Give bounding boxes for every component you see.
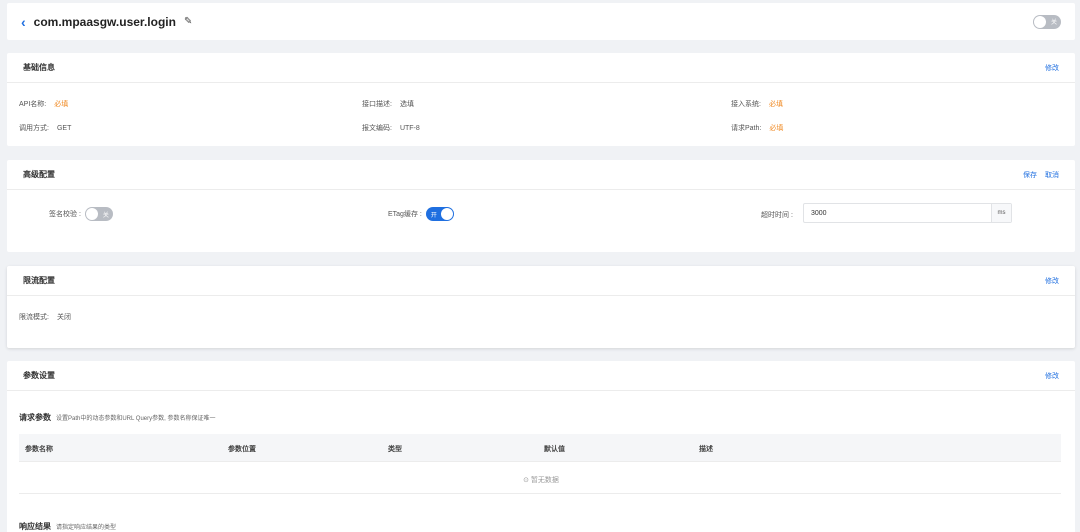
field-api-name: API名称: 必填	[19, 99, 68, 109]
mode-label: 限流模式:	[19, 314, 49, 321]
column-header: 参数名称	[25, 446, 53, 453]
timeout-unit: ms	[991, 204, 1011, 222]
field-label: 接口描述:	[362, 101, 392, 108]
basic-info-card: 基础信息 修改 API名称: 必填 接口描述: 选填 接入系统: 必填 调用方式: GE…	[7, 53, 1075, 146]
advanced-config-actions: 保存 取消	[1023, 170, 1059, 180]
table-divider	[19, 493, 1061, 494]
rate-limit-mode: 限流模式: 关闭	[19, 312, 71, 322]
column-header: 参数位置	[228, 446, 256, 453]
rate-limit-header: 限流配置 修改	[7, 266, 1075, 296]
signature-setting: 签名校验 : 关	[49, 207, 113, 221]
timeout-label: 超时时间 :	[761, 212, 793, 219]
basic-info-title: 基础信息	[23, 63, 55, 72]
request-params-title: 请求参数	[19, 413, 51, 422]
field-value: 必填	[768, 101, 783, 108]
empty-state-text: ⊙ 暂无数据	[523, 477, 559, 484]
basic-info-edit-link[interactable]: 修改	[1045, 63, 1059, 73]
column-header: 描述	[699, 446, 713, 453]
response-heading: 响应结果 请指定响应结果的类型	[19, 521, 116, 532]
rate-limit-edit-link[interactable]: 修改	[1045, 276, 1059, 286]
etag-label: ETag缓存 :	[388, 211, 422, 218]
field-encoding: 报文编码: UTF-8	[362, 123, 420, 133]
field-method: 调用方式: GET	[19, 123, 71, 133]
params-table-header: 参数名称 参数位置 类型 默认值 描述	[19, 434, 1061, 462]
advanced-config-card: 高级配置 保存 取消 签名校验 : 关 ETag缓存 : 开 超时时间 : 30…	[7, 160, 1075, 252]
rate-limit-card: 限流配置 修改 限流模式: 关闭	[7, 266, 1075, 348]
back-arrow-icon[interactable]: ‹	[21, 15, 26, 29]
field-label: 接入系统:	[731, 101, 761, 108]
edit-pencil-icon[interactable]: ✎	[184, 16, 192, 27]
toggle-text: 关	[1050, 20, 1057, 26]
toggle-knob	[85, 208, 98, 220]
field-value: 必填	[769, 125, 784, 132]
page-title: com.mpaasgw.user.login	[33, 14, 176, 29]
header-left: ‹ com.mpaasgw.user.login ✎	[21, 15, 192, 29]
cancel-link[interactable]: 取消	[1045, 170, 1059, 180]
field-path: 请求Path: 必填	[731, 123, 783, 133]
field-label: 调用方式:	[19, 125, 49, 132]
field-value: 选填	[399, 101, 414, 108]
signature-label: 签名校验 :	[49, 211, 81, 218]
column-header: 类型	[388, 446, 402, 453]
field-label: API名称:	[19, 101, 47, 108]
toggle-knob	[440, 208, 453, 220]
toggle-text: 关	[102, 212, 109, 219]
header-bar: ‹ com.mpaasgw.user.login ✎ 关	[7, 3, 1075, 40]
response-title: 响应结果	[19, 522, 51, 531]
save-link[interactable]: 保存	[1023, 170, 1037, 180]
advanced-config-header: 高级配置 保存 取消	[7, 160, 1075, 190]
request-params-hint: 设置Path中的动态参数和URL Query参数, 参数名称保证唯一	[56, 416, 216, 422]
field-system: 接入系统: 必填	[731, 99, 783, 109]
params-header: 参数设置 修改	[7, 361, 1075, 391]
basic-info-header: 基础信息 修改	[7, 53, 1075, 83]
api-status-toggle[interactable]: 关	[1033, 14, 1061, 29]
params-edit-link[interactable]: 修改	[1045, 371, 1059, 381]
toggle-text: 开	[430, 212, 437, 219]
signature-toggle[interactable]: 关	[84, 207, 113, 221]
params-title: 参数设置	[23, 371, 55, 380]
etag-setting: ETag缓存 : 开	[388, 207, 454, 221]
field-value: 必填	[54, 101, 69, 108]
timeout-setting: 超时时间 :	[761, 210, 793, 220]
timeout-value[interactable]: 3000	[804, 210, 991, 217]
field-label: 报文编码:	[362, 125, 392, 132]
field-description: 接口描述: 选填	[362, 99, 414, 109]
field-value: UTF-8	[399, 125, 420, 132]
mode-value: 关闭	[56, 314, 71, 321]
rate-limit-title: 限流配置	[23, 276, 55, 285]
field-label: 请求Path:	[731, 125, 762, 132]
column-header: 默认值	[544, 446, 565, 453]
timeout-input[interactable]: 3000 ms	[803, 203, 1012, 223]
params-card: 参数设置 修改 请求参数 设置Path中的动态参数和URL Query参数, 参…	[7, 361, 1075, 532]
request-params-heading: 请求参数 设置Path中的动态参数和URL Query参数, 参数名称保证唯一	[19, 412, 215, 423]
etag-toggle[interactable]: 开	[425, 207, 454, 221]
toggle-knob	[1034, 15, 1046, 28]
field-value: GET	[56, 125, 72, 132]
response-hint: 请指定响应结果的类型	[56, 525, 117, 531]
advanced-config-title: 高级配置	[23, 170, 55, 179]
